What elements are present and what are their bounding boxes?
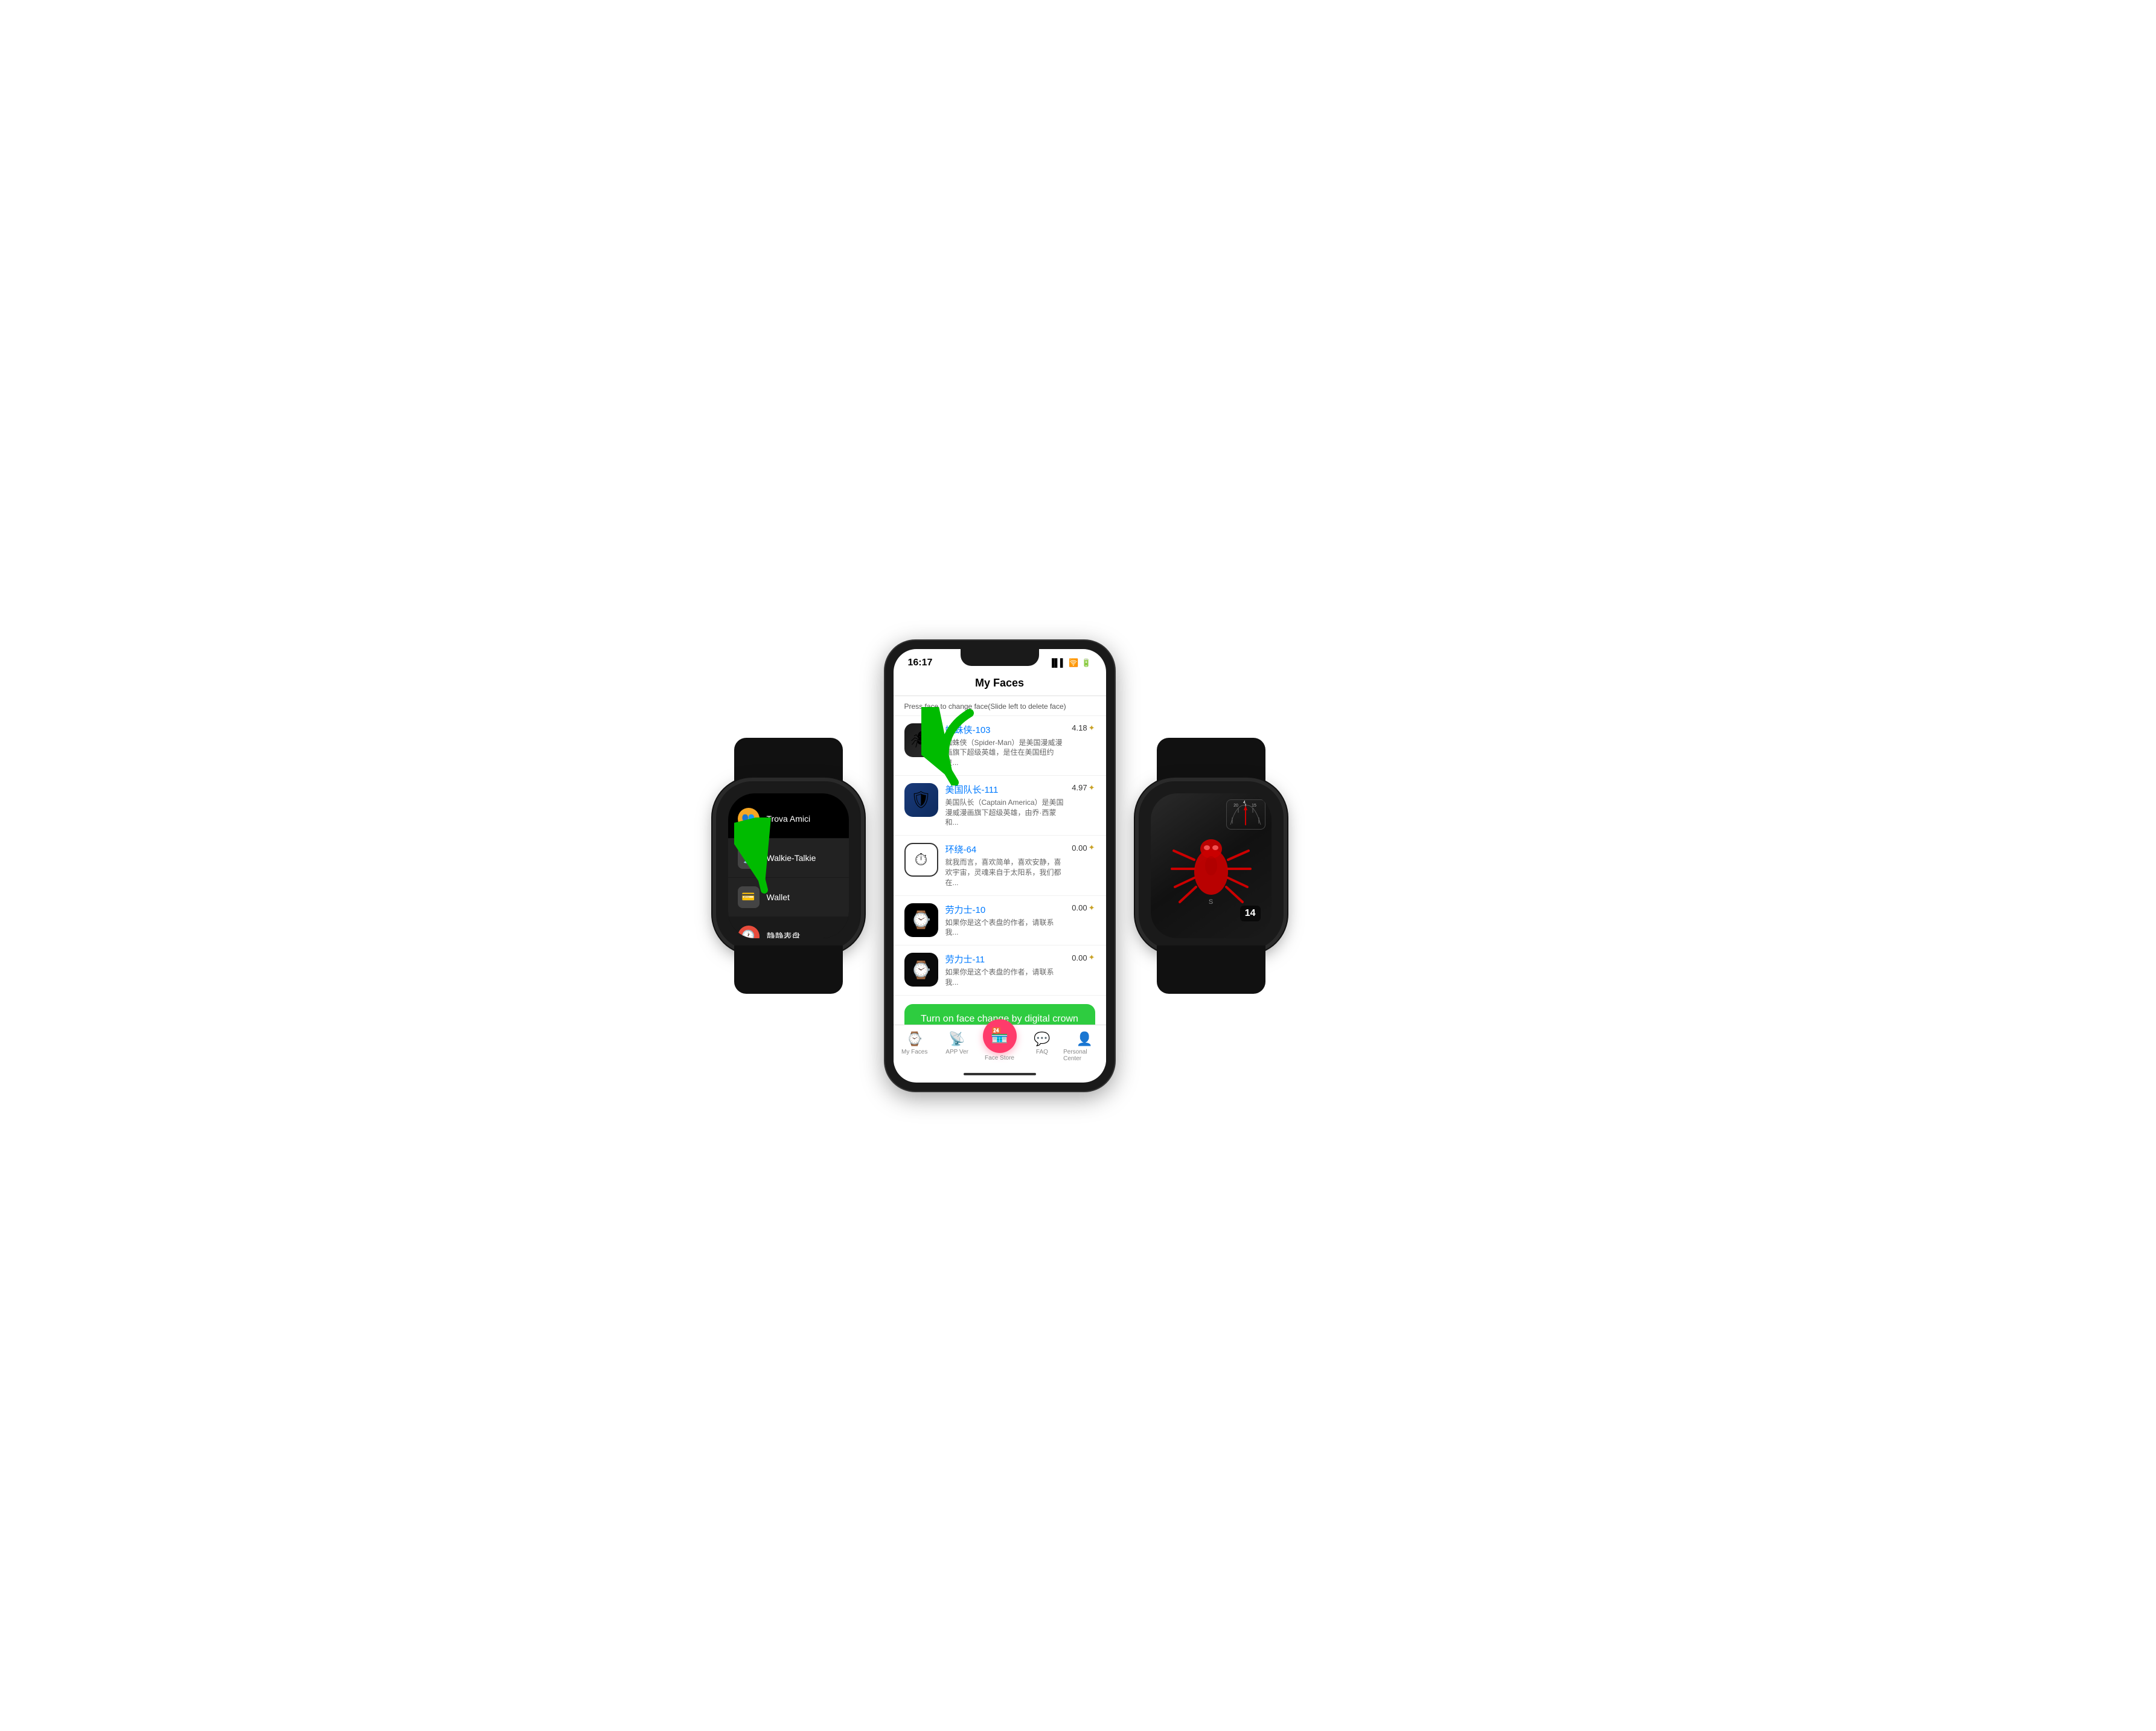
star-icon-captain: ✦	[1089, 783, 1095, 793]
app-ver-label: APP Ver	[945, 1049, 968, 1055]
star-icon-minimal: ✦	[1089, 843, 1095, 853]
face-desc-minimal: 就我而言，喜欢简单，喜欢安静，喜欢宇宙，灵魂来自于太阳系，我们都在...	[945, 857, 1065, 888]
svg-text:20: 20	[1233, 804, 1238, 808]
face-name-spider: 蜘蛛侠-103	[945, 723, 1065, 736]
faq-icon: 💬	[1034, 1031, 1050, 1047]
compass-overlay: 20 4 15	[1226, 799, 1265, 830]
face-list: 蜘蛛侠-103 蜘蛛侠（Spider-Man）是美国漫威漫画旗下超级英雄，是住在…	[894, 716, 1106, 1025]
face-desc-captain: 美国队长（Captain America）是美国漫威漫画旗下超级英雄，由乔·西蒙…	[945, 798, 1065, 828]
app-ver-icon: 📡	[948, 1031, 965, 1047]
watch-screen-right: 20 4 15 14 S	[1151, 793, 1272, 938]
watch-band-top-right	[1157, 738, 1265, 786]
direction-s: S	[1209, 898, 1213, 906]
phone-body: 16:17 ▐▌▌ 🛜 🔋 My Faces Press face to cha…	[885, 641, 1115, 1091]
star-icon-rolex1: ✦	[1089, 903, 1095, 913]
face-store-label: Face Store	[985, 1055, 1014, 1061]
face-store-icon: 🏪	[991, 1027, 1009, 1045]
watch-body-left: 👥 Trova Amici 📡 Walkie-Talkie 💳 Wallet 🕐…	[716, 781, 861, 950]
home-bar	[964, 1073, 1036, 1075]
jing-icon: 🕐	[738, 926, 760, 938]
jing-label: 静静表盘	[767, 930, 801, 938]
face-name-rolex1: 劳力士-10	[945, 903, 1065, 916]
app-list-item-trova[interactable]: 👥 Trova Amici	[728, 799, 849, 839]
watch-right: 20 4 15 14 S	[1139, 781, 1284, 950]
tab-bar: ⌚ My Faces 📡 APP Ver 🏪 Face Store	[894, 1025, 1106, 1066]
face-item-spider[interactable]: 蜘蛛侠-103 蜘蛛侠（Spider-Man）是美国漫威漫画旗下超级英雄，是住在…	[894, 716, 1106, 776]
tab-face-store[interactable]: 🏪 Face Store	[978, 1030, 1020, 1063]
phone-content: My Faces Press face to change face(Slide…	[894, 672, 1106, 1083]
phone-notch	[961, 649, 1039, 666]
scene: 👥 Trova Amici 📡 Walkie-Talkie 💳 Wallet 🕐…	[716, 641, 1441, 1091]
star-icon-rolex2: ✦	[1089, 953, 1095, 962]
wallet-icon: 💳	[738, 886, 760, 908]
face-name-minimal: 环绕-64	[945, 843, 1065, 856]
page-title: My Faces	[894, 672, 1106, 696]
walkie-label: Walkie-Talkie	[767, 853, 816, 863]
face-item-minimal[interactable]: 环绕-64 就我而言，喜欢简单，喜欢安静，喜欢宇宙，灵魂来自于太阳系，我们都在.…	[894, 836, 1106, 895]
spider-watch-face: 20 4 15 14 S	[1151, 793, 1272, 938]
personal-label: Personal Center	[1063, 1049, 1105, 1062]
watch-band-bottom-right	[1157, 945, 1265, 994]
face-name-rolex2: 劳力士-11	[945, 953, 1065, 965]
walkie-icon: 📡	[738, 847, 760, 869]
face-store-center-btn[interactable]: 🏪	[983, 1019, 1017, 1053]
face-thumb-spider	[904, 723, 938, 757]
face-thumb-captain	[904, 783, 938, 817]
face-name-captain: 美国队长-111	[945, 783, 1065, 796]
status-time: 16:17	[908, 658, 933, 668]
signal-icon: ▐▌▌	[1049, 658, 1066, 667]
tab-app-ver[interactable]: 📡 APP Ver	[936, 1030, 978, 1063]
watch-body-right: 20 4 15 14 S	[1139, 781, 1284, 950]
app-list-item-wallet[interactable]: 💳 Wallet	[728, 878, 849, 917]
compass-svg: 20 4 15	[1227, 801, 1264, 828]
subtitle-hint: Press face to change face(Slide left to …	[894, 696, 1106, 716]
app-list-item-walkie[interactable]: 📡 Walkie-Talkie	[728, 839, 849, 878]
face-desc-spider: 蜘蛛侠（Spider-Man）是美国漫威漫画旗下超级英雄，是住在美国纽约皇...	[945, 738, 1065, 768]
tab-faq[interactable]: 💬 FAQ	[1021, 1030, 1063, 1063]
trova-label: Trova Amici	[767, 814, 811, 824]
face-thumb-rolex1	[904, 903, 938, 937]
svg-text:4: 4	[1243, 801, 1246, 805]
watch-band-top	[734, 738, 843, 786]
trova-icon: 👥	[738, 808, 760, 830]
face-item-rolex1[interactable]: 劳力士-10 如果你是这个表盘的作者，请联系我... 0.00 ✦	[894, 896, 1106, 946]
tab-my-faces[interactable]: ⌚ My Faces	[894, 1030, 936, 1063]
my-faces-icon: ⌚	[906, 1031, 923, 1047]
face-item-captain[interactable]: 美国队长-111 美国队长（Captain America）是美国漫威漫画旗下超…	[894, 776, 1106, 836]
faq-label: FAQ	[1036, 1049, 1048, 1055]
face-info-minimal: 环绕-64 就我而言，喜欢简单，喜欢安静，喜欢宇宙，灵魂来自于太阳系，我们都在.…	[945, 843, 1065, 888]
face-rating-minimal: 0.00 ✦	[1072, 843, 1095, 853]
face-thumb-rolex2	[904, 953, 938, 987]
face-info-spider: 蜘蛛侠-103 蜘蛛侠（Spider-Man）是美国漫威漫画旗下超级英雄，是住在…	[945, 723, 1065, 768]
face-info-captain: 美国队长-111 美国队长（Captain America）是美国漫威漫画旗下超…	[945, 783, 1065, 828]
watch-left: 👥 Trova Amici 📡 Walkie-Talkie 💳 Wallet 🕐…	[716, 781, 861, 950]
svg-text:15: 15	[1252, 804, 1256, 808]
face-rating-spider: 4.18 ✦	[1072, 723, 1095, 733]
face-item-rolex2[interactable]: 劳力士-11 如果你是这个表盘的作者，请联系我... 0.00 ✦	[894, 945, 1106, 996]
face-rating-captain: 4.97 ✦	[1072, 783, 1095, 793]
face-rating-rolex2: 0.00 ✦	[1072, 953, 1095, 962]
date-badge: 14	[1240, 906, 1261, 921]
watch-screen-left: 👥 Trova Amici 📡 Walkie-Talkie 💳 Wallet 🕐…	[728, 793, 849, 938]
personal-icon: 👤	[1076, 1031, 1093, 1047]
home-indicator	[894, 1066, 1106, 1083]
app-list-item-jing[interactable]: 🕐 静静表盘	[728, 917, 849, 938]
watch-band-bottom-left	[734, 945, 843, 994]
battery-icon: 🔋	[1081, 658, 1091, 668]
face-desc-rolex1: 如果你是这个表盘的作者，请联系我...	[945, 918, 1065, 938]
face-info-rolex2: 劳力士-11 如果你是这个表盘的作者，请联系我...	[945, 953, 1065, 988]
face-info-rolex1: 劳力士-10 如果你是这个表盘的作者，请联系我...	[945, 903, 1065, 938]
face-rating-rolex1: 0.00 ✦	[1072, 903, 1095, 913]
tab-personal[interactable]: 👤 Personal Center	[1063, 1030, 1105, 1063]
wallet-label: Wallet	[767, 892, 790, 902]
star-icon-spider: ✦	[1089, 723, 1095, 733]
face-thumb-minimal	[904, 843, 938, 877]
phone-screen: 16:17 ▐▌▌ 🛜 🔋 My Faces Press face to cha…	[894, 649, 1106, 1083]
my-faces-label: My Faces	[901, 1049, 927, 1055]
phone-wrapper: 16:17 ▐▌▌ 🛜 🔋 My Faces Press face to cha…	[885, 641, 1115, 1091]
face-desc-rolex2: 如果你是这个表盘的作者，请联系我...	[945, 967, 1065, 988]
wifi-icon: 🛜	[1069, 658, 1078, 668]
status-icons: ▐▌▌ 🛜 🔋	[1049, 658, 1091, 668]
